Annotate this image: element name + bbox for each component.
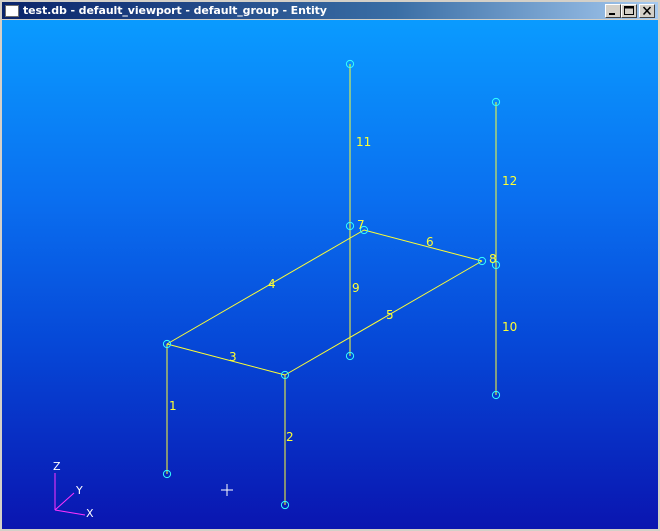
axis-triad: Z Y X: [53, 460, 94, 520]
edge-label: 9: [352, 281, 360, 295]
edge-label: 3: [229, 350, 237, 364]
axis-x-line: [54, 509, 86, 516]
minimize-icon: [609, 13, 615, 15]
edge-label: 5: [386, 308, 394, 322]
edge-line[interactable]: [166, 229, 365, 345]
edge-label: 7: [357, 218, 365, 232]
axis-x-label: X: [86, 507, 94, 520]
edge-line[interactable]: [363, 229, 483, 262]
minimize-button[interactable]: [605, 4, 621, 18]
axis-y-label: Y: [75, 484, 83, 497]
close-button[interactable]: [639, 4, 655, 18]
maximize-icon: [624, 6, 634, 15]
title-bar[interactable]: test.db - default_viewport - default_gro…: [2, 2, 658, 19]
edge-label: 6: [426, 235, 434, 249]
app-icon[interactable]: [5, 4, 19, 17]
window-title: test.db - default_viewport - default_gro…: [23, 4, 327, 17]
3d-viewport[interactable]: 1 2 3 4 5 6 7 8 9 10 11 12 Z Y X: [2, 20, 658, 529]
edge-label: 1: [169, 399, 177, 413]
edge-label: 4: [268, 277, 276, 291]
application-window: test.db - default_viewport - default_gro…: [0, 0, 660, 531]
edge-label: 8: [489, 252, 497, 266]
crosshair-cursor: [221, 484, 233, 496]
axis-z-label: Z: [53, 460, 61, 473]
edge-label: 11: [356, 135, 371, 149]
axis-y-line: [54, 492, 75, 511]
close-icon: [642, 6, 652, 16]
edge-label: 12: [502, 174, 517, 188]
scene-canvas[interactable]: 123456789101112 Z Y X: [2, 20, 658, 529]
edge-label: 10: [502, 320, 517, 334]
edge-line[interactable]: [284, 260, 483, 376]
edge-label: 2: [286, 430, 294, 444]
maximize-button[interactable]: [621, 4, 637, 18]
edge-line[interactable]: [166, 343, 286, 376]
title-buttons: [605, 4, 655, 18]
